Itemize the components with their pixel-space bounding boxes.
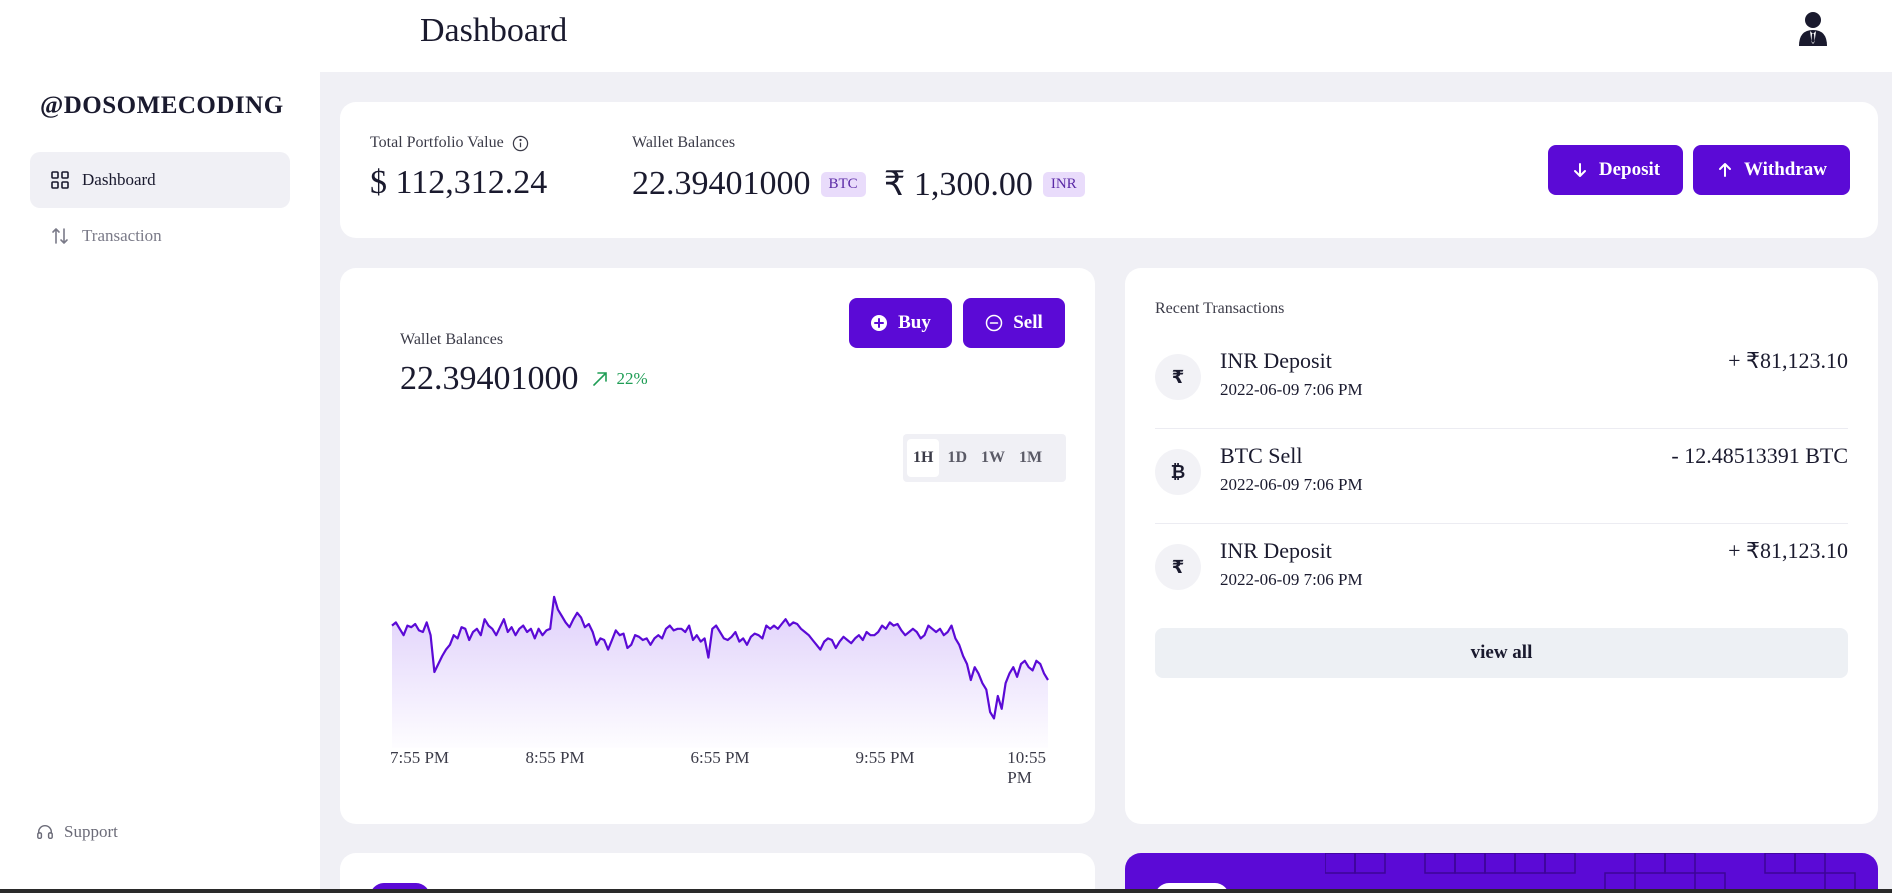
support-label: Support xyxy=(64,822,118,841)
portfolio-summary-card: Total Portfolio Value $ 112,312.24 Walle… xyxy=(340,102,1878,238)
transaction-title: INR Deposit xyxy=(1220,538,1332,563)
page-title: Dashboard xyxy=(420,12,568,49)
bottom-left-card xyxy=(340,853,1095,893)
arrow-down-icon xyxy=(1573,163,1586,177)
change-percent: 22% xyxy=(616,369,648,388)
bitcoin-icon: ₿ xyxy=(1155,449,1201,495)
portfolio-label: Total Portfolio Value xyxy=(370,134,504,151)
wallet-balances-label: Wallet Balances xyxy=(632,134,736,151)
transaction-amount: + ₹81,123.10 xyxy=(1728,538,1848,563)
trend-up-icon xyxy=(592,372,607,386)
transaction-amount: - 12.48513391 BTC xyxy=(1671,443,1848,468)
user-avatar-icon[interactable] xyxy=(1796,10,1830,46)
sidebar: @DOSOMECODING Dashboard Transaction Supp… xyxy=(0,0,320,893)
tab-1d[interactable]: 1D xyxy=(941,439,973,477)
support-link[interactable]: Support xyxy=(36,822,118,842)
rupee-icon: ₹ xyxy=(1155,354,1201,400)
view-all-button[interactable]: view all xyxy=(1155,628,1848,678)
buy-label: Buy xyxy=(898,312,931,333)
deposit-button[interactable]: Deposit xyxy=(1548,145,1683,195)
arrow-up-icon xyxy=(1718,163,1731,177)
brand-logo: @DOSOMECODING xyxy=(40,92,284,119)
deposit-label: Deposit xyxy=(1598,159,1661,180)
bottom-right-promo-card xyxy=(1125,853,1878,893)
x-tick-label: 8:55 PM xyxy=(525,748,585,767)
chart-wallet-value: 22.39401000 xyxy=(400,360,579,397)
timeframe-selector: 1H 1D 1W 1M xyxy=(903,434,1066,482)
x-tick-label: 7:55 PM xyxy=(390,748,450,767)
buy-button[interactable]: Buy xyxy=(849,298,952,348)
btc-unit-badge: BTC xyxy=(820,171,866,197)
info-icon[interactable] xyxy=(512,135,529,152)
x-tick-label: 9:55 PM xyxy=(855,748,915,767)
sidebar-item-transaction[interactable]: Transaction xyxy=(30,208,290,264)
chart-area-fill xyxy=(392,596,1048,748)
sell-label: Sell xyxy=(1013,312,1043,333)
transaction-date: 2022-06-09 7:06 PM xyxy=(1220,475,1363,494)
withdraw-label: Withdraw xyxy=(1743,159,1828,180)
tab-1m[interactable]: 1M xyxy=(1013,439,1048,477)
grid-icon xyxy=(51,171,69,189)
chart-wallet-label: Wallet Balances xyxy=(400,331,504,348)
wallet-chart-card: Wallet Balances 22.39401000 22% Buy Sell… xyxy=(340,268,1095,824)
withdraw-button[interactable]: Withdraw xyxy=(1693,145,1850,195)
tab-1h[interactable]: 1H xyxy=(907,439,940,477)
transaction-row[interactable]: ₹ INR Deposit 2022-06-09 7:06 PM + ₹81,1… xyxy=(1155,524,1848,619)
transaction-row[interactable]: ₿ BTC Sell 2022-06-09 7:06 PM - 12.48513… xyxy=(1155,429,1848,524)
btc-balance: 22.39401000 xyxy=(632,165,811,202)
transaction-title: BTC Sell xyxy=(1220,443,1303,468)
recent-transactions-card: Recent Transactions ₹ INR Deposit 2022-0… xyxy=(1125,268,1878,824)
minus-circle-icon xyxy=(985,314,1003,332)
sidebar-item-label: Dashboard xyxy=(82,170,156,189)
inr-unit-badge: INR xyxy=(1042,171,1085,197)
recent-transactions-title: Recent Transactions xyxy=(1155,300,1285,317)
window-bottom-edge xyxy=(0,889,1892,893)
transaction-date: 2022-06-09 7:06 PM xyxy=(1220,570,1363,589)
sidebar-item-label: Transaction xyxy=(82,226,162,245)
transaction-row[interactable]: ₹ INR Deposit 2022-06-09 7:06 PM + ₹81,1… xyxy=(1155,334,1848,429)
wallet-balance-chart xyxy=(391,595,1049,748)
headset-icon xyxy=(37,824,53,840)
sell-button[interactable]: Sell xyxy=(963,298,1065,348)
transaction-amount: + ₹81,123.10 xyxy=(1728,348,1848,373)
plus-circle-icon xyxy=(871,315,888,331)
transaction-date: 2022-06-09 7:06 PM xyxy=(1220,380,1363,399)
portfolio-value: $ 112,312.24 xyxy=(370,164,548,201)
rupee-icon: ₹ xyxy=(1155,544,1201,590)
inr-balance: ₹ 1,300.00 xyxy=(883,166,1033,203)
tab-1w[interactable]: 1W xyxy=(975,439,1011,477)
top-header: Dashboard xyxy=(320,0,1892,72)
transfer-arrows-icon xyxy=(52,228,68,244)
x-tick-label: 10:55 PM xyxy=(1007,748,1046,787)
decorative-grid-pattern xyxy=(1325,853,1856,893)
transaction-title: INR Deposit xyxy=(1220,348,1332,373)
x-tick-label: 6:55 PM xyxy=(690,748,750,767)
sidebar-item-dashboard[interactable]: Dashboard xyxy=(30,152,290,208)
